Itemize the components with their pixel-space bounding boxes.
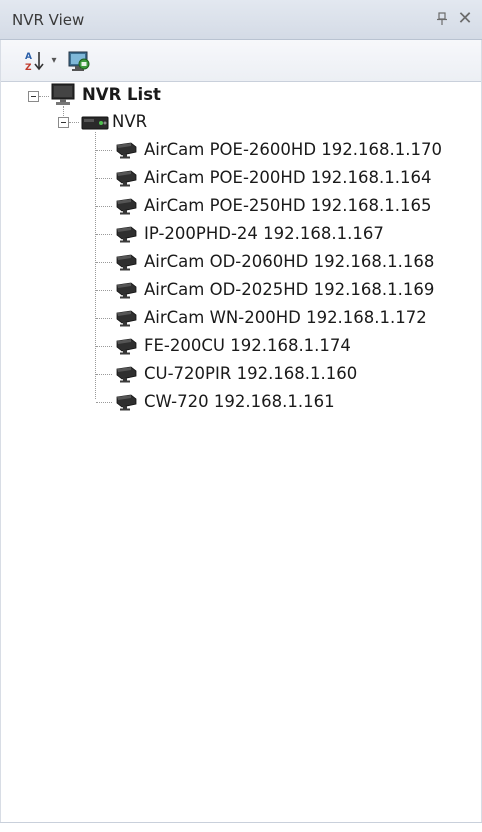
camera-item[interactable]: FE-200CU 192.168.1.174 — [144, 333, 351, 359]
camera-icon — [114, 169, 140, 187]
camera-label: AirCam OD-2025HD 192.168.1.169 — [144, 280, 435, 299]
camera-item[interactable]: AirCam POE-200HD 192.168.1.164 — [144, 165, 432, 191]
camera-icon — [114, 365, 140, 383]
svg-text:A: A — [25, 52, 32, 62]
tree-connector — [39, 96, 49, 97]
panel-titlebar: NVR View ✕ — [0, 0, 482, 40]
tree-connector — [96, 150, 112, 151]
camera-icon — [114, 253, 140, 271]
nvr-device-icon — [80, 112, 110, 134]
camera-icon — [114, 141, 140, 159]
camera-item[interactable]: AirCam POE-250HD 192.168.1.165 — [144, 193, 432, 219]
tree-connector — [96, 290, 112, 291]
tree-connector — [96, 374, 112, 375]
nvr-view-panel: NVR View ✕ A Z ▾ NVR List NVR AirCam POE… — [0, 0, 482, 832]
camera-label: FE-200CU 192.168.1.174 — [144, 336, 351, 355]
camera-label: AirCam OD-2060HD 192.168.1.168 — [144, 252, 435, 271]
tree-connector — [95, 132, 96, 399]
tree-connector — [69, 122, 79, 123]
tree-nvr-item[interactable]: NVR — [112, 109, 147, 135]
tree-connector — [96, 402, 112, 403]
camera-icon — [114, 281, 140, 299]
panel-left-border — [0, 40, 1, 822]
sort-az-icon[interactable]: A Z — [24, 49, 46, 73]
close-icon[interactable]: ✕ — [455, 8, 475, 30]
camera-item[interactable]: CU-720PIR 192.168.1.160 — [144, 361, 357, 387]
tree-connector — [96, 234, 112, 235]
camera-item[interactable]: AirCam WN-200HD 192.168.1.172 — [144, 305, 427, 331]
panel-bottom-border — [0, 822, 482, 823]
pin-icon[interactable] — [433, 9, 451, 29]
svg-text:Z: Z — [25, 63, 32, 73]
tree-nvr-label: NVR — [112, 112, 148, 131]
camera-icon — [114, 393, 140, 411]
camera-item[interactable]: CW-720 192.168.1.161 — [144, 389, 335, 415]
tree-connector — [96, 262, 112, 263]
tree-connector — [96, 206, 112, 207]
camera-icon — [114, 337, 140, 355]
nvr-tree: NVR List NVR AirCam POE-2600HD 192.168.1… — [0, 82, 482, 822]
tree-root-label: NVR List — [82, 85, 161, 104]
camera-item[interactable]: AirCam POE-2600HD 192.168.1.170 — [144, 137, 442, 163]
camera-item[interactable]: IP-200PHD-24 192.168.1.167 — [144, 221, 384, 247]
camera-icon — [114, 197, 140, 215]
camera-label: CU-720PIR 192.168.1.160 — [144, 364, 358, 383]
nvr-collapse-toggle[interactable] — [58, 117, 69, 128]
tree-connector — [63, 106, 64, 116]
camera-label: CW-720 192.168.1.161 — [144, 392, 335, 411]
camera-label: AirCam POE-2600HD 192.168.1.170 — [144, 140, 442, 159]
camera-item[interactable]: AirCam OD-2025HD 192.168.1.169 — [144, 277, 434, 303]
toolbar: A Z ▾ — [0, 40, 482, 82]
network-refresh-icon[interactable] — [66, 49, 92, 73]
tree-connector — [96, 318, 112, 319]
camera-item[interactable]: AirCam OD-2060HD 192.168.1.168 — [144, 249, 434, 275]
camera-label: AirCam POE-200HD 192.168.1.164 — [144, 168, 432, 187]
tree-connector — [96, 346, 112, 347]
tree-root-item[interactable]: NVR List — [82, 82, 161, 108]
tree-connector — [96, 178, 112, 179]
sort-dropdown-arrow[interactable]: ▾ — [48, 52, 60, 70]
panel-title: NVR View — [12, 11, 85, 29]
camera-label: IP-200PHD-24 192.168.1.167 — [144, 224, 384, 243]
camera-icon — [114, 225, 140, 243]
camera-icon — [114, 309, 140, 327]
monitor-icon — [50, 83, 78, 107]
camera-label: AirCam POE-250HD 192.168.1.165 — [144, 196, 432, 215]
camera-label: AirCam WN-200HD 192.168.1.172 — [144, 308, 427, 327]
root-collapse-toggle[interactable] — [28, 91, 39, 102]
